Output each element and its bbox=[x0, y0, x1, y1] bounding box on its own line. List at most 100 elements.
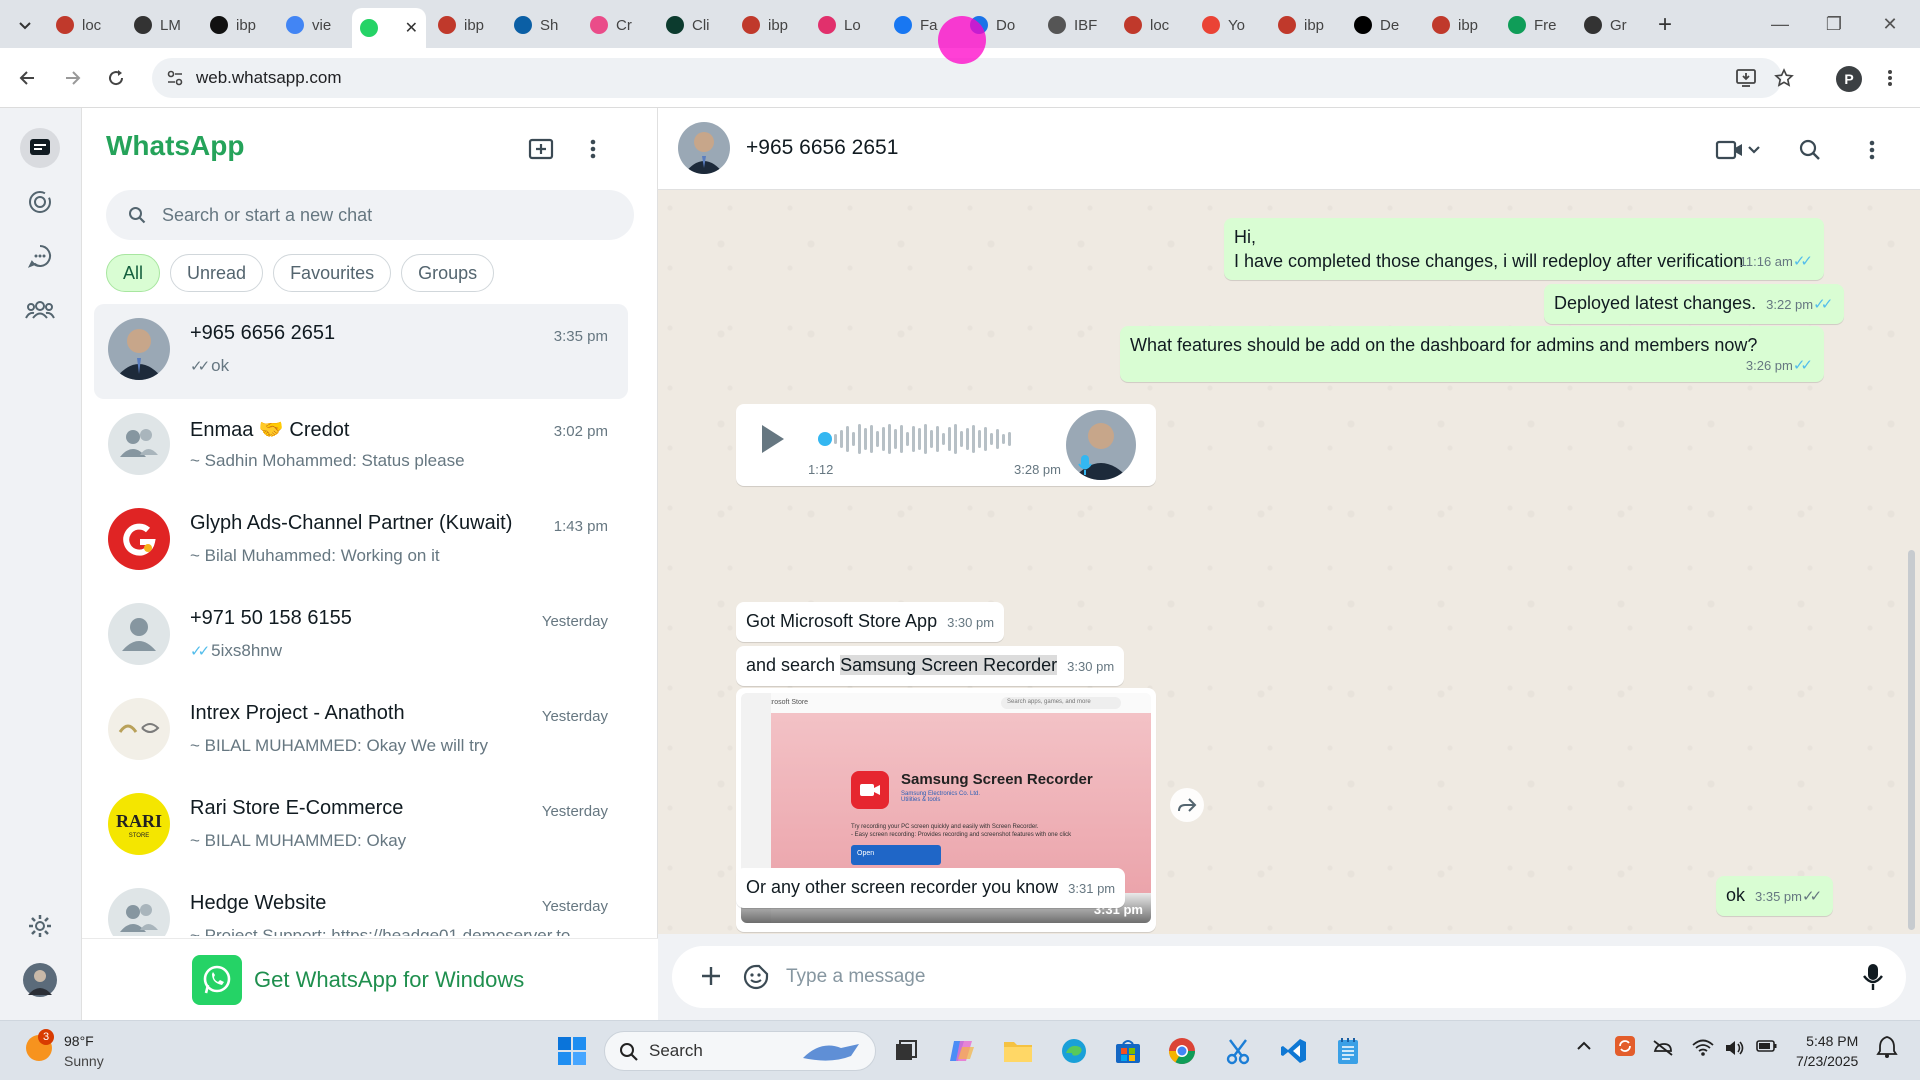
settings-gear-icon[interactable] bbox=[20, 906, 60, 946]
video-call-icon[interactable] bbox=[1708, 132, 1768, 168]
menu-kebab-icon[interactable] bbox=[576, 132, 610, 166]
message-input[interactable]: Type a message bbox=[672, 946, 1906, 1008]
battery-icon[interactable] bbox=[1756, 1039, 1778, 1057]
emoji-sticker-icon[interactable] bbox=[742, 963, 770, 996]
browser-tab[interactable]: ibp bbox=[1424, 8, 1496, 42]
conversation-header[interactable]: +965 6656 2651 bbox=[658, 108, 1920, 190]
message-incoming[interactable]: Got Microsoft Store App 3:30 pm bbox=[736, 602, 1005, 642]
snipping-tool-icon[interactable] bbox=[1220, 1033, 1256, 1069]
filter-all[interactable]: All bbox=[106, 254, 161, 292]
browser-tab[interactable]: De bbox=[1346, 8, 1418, 42]
tab-search-dropdown-icon[interactable] bbox=[10, 10, 40, 40]
windows-start-icon[interactable] bbox=[554, 1033, 590, 1069]
copilot-icon[interactable] bbox=[944, 1033, 980, 1069]
filter-groups[interactable]: Groups bbox=[401, 254, 495, 292]
browser-tab[interactable]: Yo bbox=[1194, 8, 1266, 42]
browser-tab[interactable]: IBF bbox=[1040, 8, 1112, 42]
site-info-icon[interactable] bbox=[166, 69, 184, 92]
notifications-icon[interactable] bbox=[1876, 1035, 1898, 1063]
chat-list-item[interactable]: Intrex Project - Anathoth Yesterday ~ BILA… bbox=[94, 684, 628, 779]
bookmark-star-icon[interactable] bbox=[1768, 62, 1800, 94]
message-outgoing[interactable]: Hi, I have completed those changes, i wi… bbox=[1224, 218, 1824, 280]
browser-tab[interactable]: Cli bbox=[658, 8, 730, 42]
chat-list-item[interactable]: +965 6656 2651 3:35 pm ✓✓ ok bbox=[94, 304, 628, 399]
profile-avatar-icon[interactable] bbox=[20, 960, 60, 1000]
address-bar[interactable]: web.whatsapp.com bbox=[152, 58, 1782, 98]
browser-tab[interactable]: ✕ bbox=[352, 8, 426, 48]
browser-tab[interactable]: LM bbox=[126, 8, 198, 42]
message-outgoing[interactable]: Deployed latest changes. 3:22 pm✓✓ bbox=[1544, 284, 1845, 324]
profile-avatar[interactable]: P bbox=[1836, 66, 1862, 92]
voice-record-mic-icon[interactable] bbox=[1862, 962, 1884, 997]
voice-message[interactable]: 1:12 3:28 pm bbox=[736, 404, 1156, 486]
browser-tab[interactable]: loc bbox=[48, 8, 120, 42]
browser-tab[interactable]: Fre bbox=[1500, 8, 1572, 42]
taskbar-search[interactable]: Search bbox=[604, 1031, 876, 1071]
search-in-chat-icon[interactable] bbox=[1792, 132, 1828, 168]
table-icon bbox=[134, 16, 152, 34]
microsoft-store-icon[interactable] bbox=[1110, 1033, 1146, 1069]
volume-icon[interactable] bbox=[1724, 1039, 1746, 1061]
filter-unread[interactable]: Unread bbox=[170, 254, 264, 292]
new-tab-button[interactable]: + bbox=[1650, 10, 1680, 40]
browser-tab[interactable]: ibp bbox=[202, 8, 274, 42]
sync-icon[interactable] bbox=[1614, 1035, 1636, 1061]
message-incoming[interactable]: and search Samsung Screen Recorder 3:30 p… bbox=[736, 646, 1125, 686]
task-view-icon[interactable] bbox=[888, 1033, 924, 1069]
get-whatsapp-banner[interactable]: Get WhatsApp for Windows bbox=[82, 938, 658, 1020]
playback-position-handle[interactable] bbox=[818, 432, 832, 446]
browser-tab[interactable]: ibp bbox=[734, 8, 806, 42]
install-app-icon[interactable] bbox=[1730, 62, 1762, 94]
communities-icon[interactable] bbox=[20, 290, 60, 330]
message-scrollbar[interactable] bbox=[1908, 550, 1915, 930]
voice-waveform[interactable] bbox=[834, 422, 1034, 456]
browser-tab[interactable]: vie bbox=[278, 8, 350, 42]
edge-browser-icon[interactable] bbox=[1056, 1033, 1092, 1069]
browser-tab[interactable]: Lo bbox=[810, 8, 882, 42]
tab-close-icon[interactable]: ✕ bbox=[405, 18, 418, 38]
close-window-button[interactable]: ✕ bbox=[1862, 8, 1918, 40]
channels-icon[interactable] bbox=[20, 236, 60, 276]
browser-tab[interactable]: Sh bbox=[506, 8, 578, 42]
contact-avatar[interactable] bbox=[678, 122, 730, 174]
tray-overflow-icon[interactable] bbox=[1576, 1039, 1592, 1056]
message-text: and search bbox=[746, 655, 841, 675]
browser-menu-icon[interactable] bbox=[1874, 62, 1906, 94]
chat-list-item[interactable]: +971 50 158 6155 Yesterday ✓✓ 5ixs8hnw bbox=[94, 589, 628, 684]
browser-tab[interactable]: Gr bbox=[1576, 8, 1648, 42]
selected-text-highlight[interactable]: Samsung Screen Recorder bbox=[840, 655, 1058, 675]
system-clock[interactable]: 5:48 PM 7/23/2025 bbox=[1796, 1031, 1858, 1071]
weather-widget[interactable]: 3 98°F Sunny bbox=[26, 1029, 156, 1073]
minimize-button[interactable]: — bbox=[1752, 8, 1808, 40]
browser-tab[interactable]: ibp bbox=[1270, 8, 1342, 42]
chrome-icon[interactable] bbox=[1164, 1033, 1200, 1069]
message-outgoing[interactable]: What features should be add on the dashb… bbox=[1120, 326, 1824, 382]
chat-list-item[interactable]: Glyph Ads-Channel Partner (Kuwait) 1:43 p… bbox=[94, 494, 628, 589]
message-incoming[interactable]: Or any other screen recorder you know 3:3… bbox=[736, 868, 1126, 908]
browser-tab[interactable]: loc bbox=[1116, 8, 1188, 42]
forward-icon[interactable] bbox=[56, 62, 88, 94]
browser-tab[interactable]: Cr bbox=[582, 8, 654, 42]
filter-favourites[interactable]: Favourites bbox=[273, 254, 392, 292]
file-explorer-icon[interactable] bbox=[1000, 1033, 1036, 1069]
chat-list-item[interactable]: Hedge Website Yesterday ~ Project Support:… bbox=[94, 874, 628, 936]
back-icon[interactable] bbox=[12, 62, 44, 94]
wifi-icon[interactable] bbox=[1692, 1039, 1714, 1061]
search-input[interactable]: Search or start a new chat bbox=[106, 190, 634, 240]
message-outgoing[interactable]: ok 3:35 pm✓✓ bbox=[1716, 876, 1834, 916]
reload-icon[interactable] bbox=[100, 62, 132, 94]
chats-icon[interactable] bbox=[20, 128, 60, 168]
chat-list-item[interactable]: Enmaa 🤝 Credot 3:02 pm ~ Sadhin Mohammed: … bbox=[94, 399, 628, 494]
network-off-icon[interactable] bbox=[1652, 1039, 1674, 1061]
status-icon[interactable] bbox=[20, 182, 60, 222]
forward-icon[interactable] bbox=[1170, 788, 1204, 822]
maximize-button[interactable]: ❐ bbox=[1806, 8, 1862, 40]
notepad-icon[interactable] bbox=[1330, 1033, 1366, 1069]
attach-plus-icon[interactable] bbox=[698, 963, 724, 994]
chat-list-item[interactable]: RARI STORE Rari Store E-Commerce Yesterday ~… bbox=[94, 779, 628, 874]
vscode-icon[interactable] bbox=[1276, 1033, 1312, 1069]
new-chat-icon[interactable] bbox=[524, 132, 558, 166]
browser-tab[interactable]: ibp bbox=[430, 8, 502, 42]
chat-menu-icon[interactable] bbox=[1854, 132, 1890, 168]
play-icon[interactable] bbox=[758, 422, 788, 461]
